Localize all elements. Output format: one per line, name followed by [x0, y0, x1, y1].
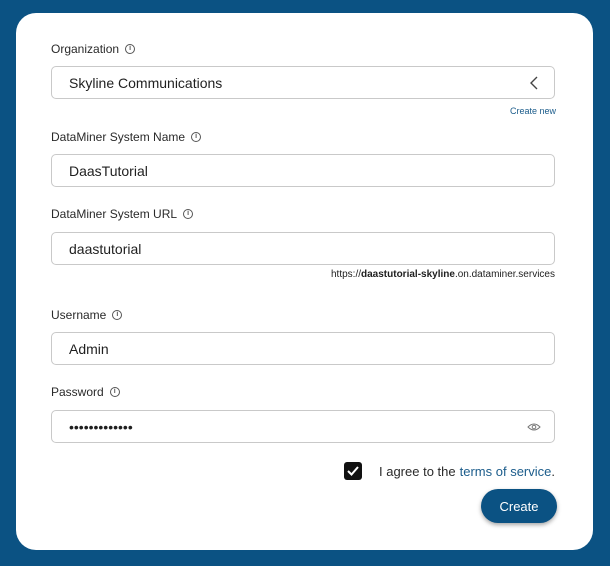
- system-url-value: daastutorial: [69, 241, 142, 257]
- terms-prefix: I agree to the: [379, 463, 456, 479]
- organization-label: Organization i: [51, 42, 136, 56]
- checkmark-icon: [347, 466, 359, 476]
- terms-agreement: I agree to the terms of service .: [344, 462, 555, 480]
- username-input[interactable]: Admin: [51, 332, 555, 365]
- password-value: •••••••••••••: [69, 419, 133, 435]
- url-hint-bold: daastutorial-skyline: [361, 269, 455, 280]
- info-icon[interactable]: i: [191, 132, 202, 142]
- system-url-hint: https://daastutorial-skyline.on.datamine…: [331, 269, 555, 280]
- terms-of-service-link[interactable]: terms of service: [460, 464, 552, 479]
- organization-value: Skyline Communications: [69, 75, 223, 91]
- organization-select[interactable]: Skyline Communications: [51, 66, 555, 99]
- password-label-text: Password: [51, 385, 104, 399]
- username-value: Admin: [69, 341, 109, 357]
- create-button[interactable]: Create: [481, 489, 557, 523]
- system-url-label: DataMiner System URL i: [51, 207, 194, 221]
- info-icon[interactable]: i: [112, 310, 123, 320]
- password-input[interactable]: •••••••••••••: [51, 410, 555, 443]
- terms-checkbox[interactable]: [344, 462, 362, 480]
- system-name-value: DaasTutorial: [69, 163, 148, 179]
- system-url-label-text: DataMiner System URL: [51, 207, 178, 221]
- eye-icon[interactable]: [526, 419, 542, 435]
- create-new-link[interactable]: Create new: [510, 106, 556, 116]
- username-label: Username i: [51, 308, 123, 322]
- chevron-left-icon[interactable]: [526, 75, 542, 91]
- url-hint-suffix: .on.dataminer.services: [454, 269, 555, 280]
- system-url-input[interactable]: daastutorial: [51, 232, 555, 265]
- create-system-card: Organization i Skyline Communications Cr…: [16, 13, 593, 550]
- info-icon[interactable]: i: [183, 209, 194, 219]
- info-icon[interactable]: i: [125, 44, 136, 54]
- system-name-input[interactable]: DaasTutorial: [51, 154, 555, 187]
- organization-label-text: Organization: [51, 42, 120, 56]
- system-name-label: DataMiner System Name i: [51, 130, 202, 144]
- terms-suffix: .: [551, 463, 555, 479]
- username-label-text: Username: [51, 308, 107, 322]
- password-label: Password i: [51, 385, 120, 399]
- url-hint-prefix: https://: [331, 269, 362, 280]
- info-icon[interactable]: i: [109, 387, 120, 397]
- system-name-label-text: DataMiner System Name: [51, 130, 186, 144]
